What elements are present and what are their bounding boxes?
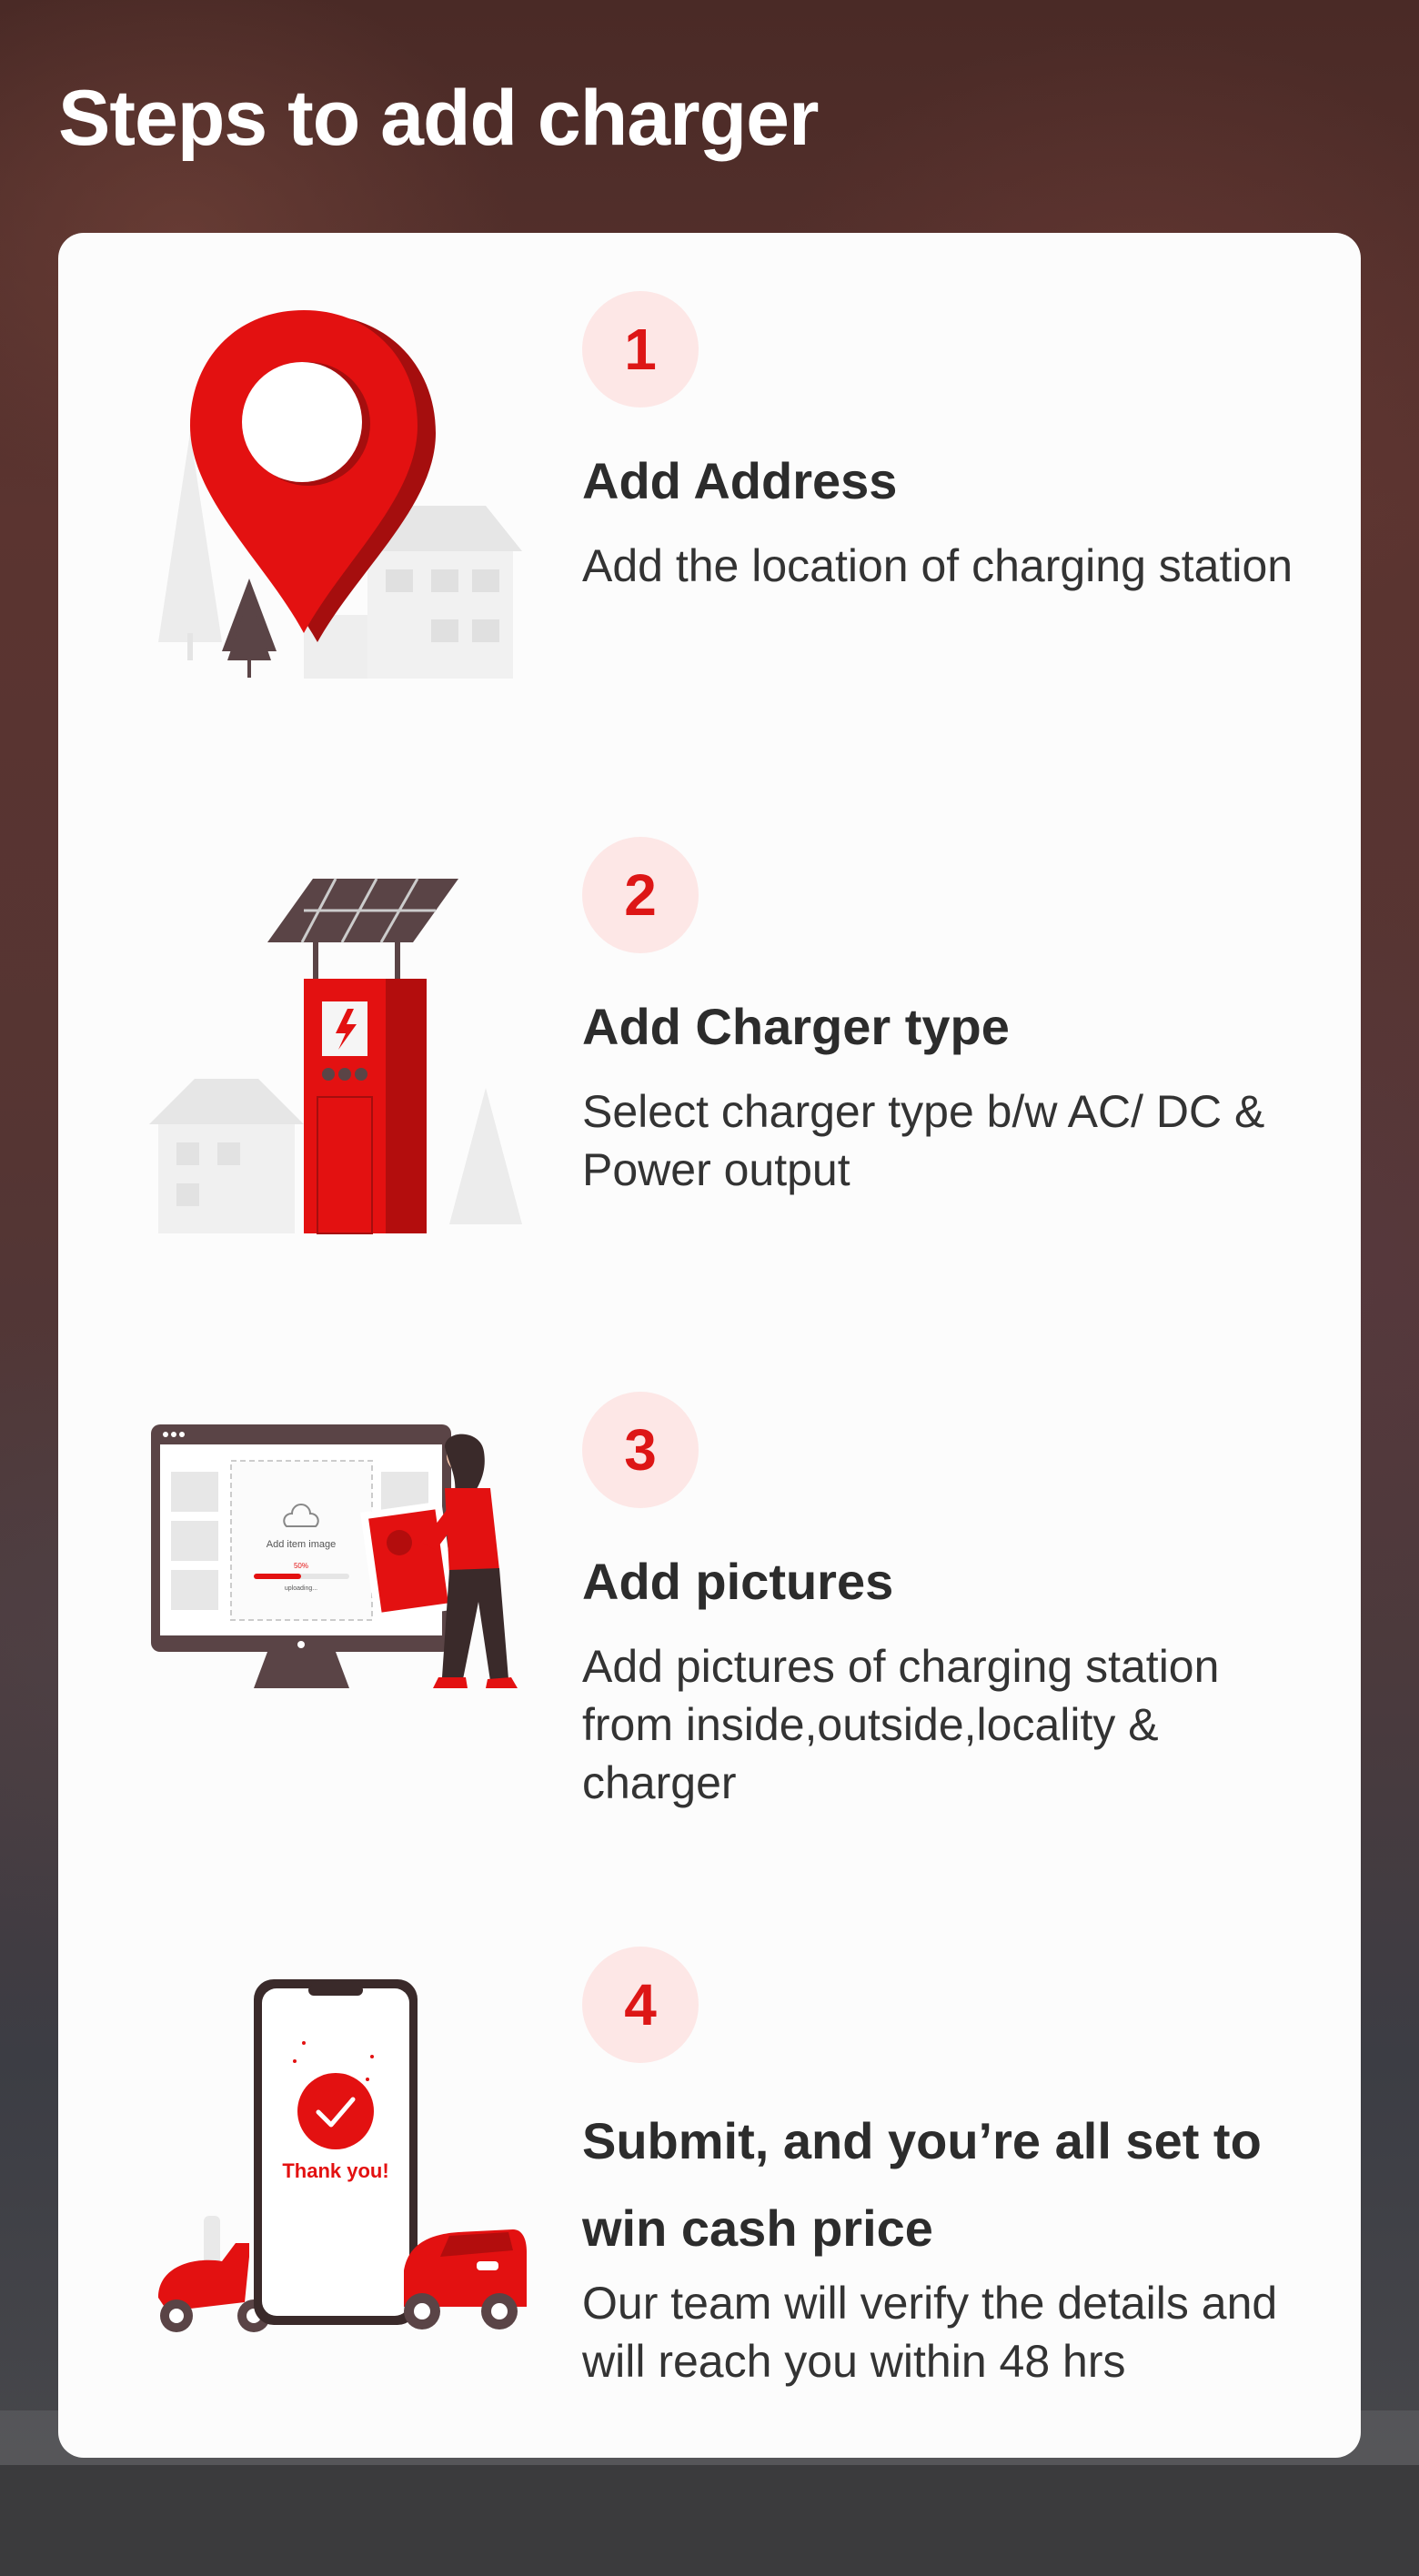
page-title: Steps to add charger [58, 75, 819, 162]
step-description: Add pictures of charging station from in… [582, 1641, 1220, 1808]
upload-progress-fill [254, 1574, 301, 1579]
step-description: Our team will verify the details and wil… [582, 2278, 1278, 2387]
step-title: Add pictures [582, 1553, 894, 1610]
step-number-badge: 1 [582, 291, 699, 408]
map-pin-illustration [158, 310, 522, 679]
charging-station-illustration [149, 878, 522, 1234]
upload-label: Add item image [267, 1539, 336, 1550]
step-item-2: 2 Add Charger type Select charger type b… [58, 779, 1361, 1333]
step-description: Add the location of charging station [582, 540, 1293, 591]
step-item-1: 1 Add Address Add the location of chargi… [58, 233, 1361, 779]
steps-card: 1 Add Address Add the location of chargi… [58, 233, 1361, 2458]
step-item-3: Add item image 50% uploading... 3 Add pi… [58, 1333, 1361, 1888]
step-number-badge: 2 [582, 837, 699, 953]
thank-you-text: Thank you! [282, 2159, 388, 2182]
step-title: Add Charger type [582, 998, 1010, 1055]
step-number-badge: 3 [582, 1392, 699, 1508]
upload-status: uploading... [285, 1585, 317, 1592]
step-description: Select charger type b/w AC/ DC & Power o… [582, 1086, 1265, 1195]
phone-thank-you-illustration: Thank you! [158, 1979, 527, 2332]
upload-pictures-illustration: Add item image 50% uploading... [151, 1424, 518, 1688]
step-title: Add Address [582, 452, 898, 509]
road [0, 2465, 1419, 2576]
step-number-badge: 4 [582, 1947, 699, 2063]
step-title: Submit, and you’re all set to win cash p… [582, 2112, 1262, 2257]
step-item-4: Thank you! 4 Submit, and you’re all set … [58, 1888, 1361, 2458]
upload-percent: 50% [294, 1562, 308, 1570]
